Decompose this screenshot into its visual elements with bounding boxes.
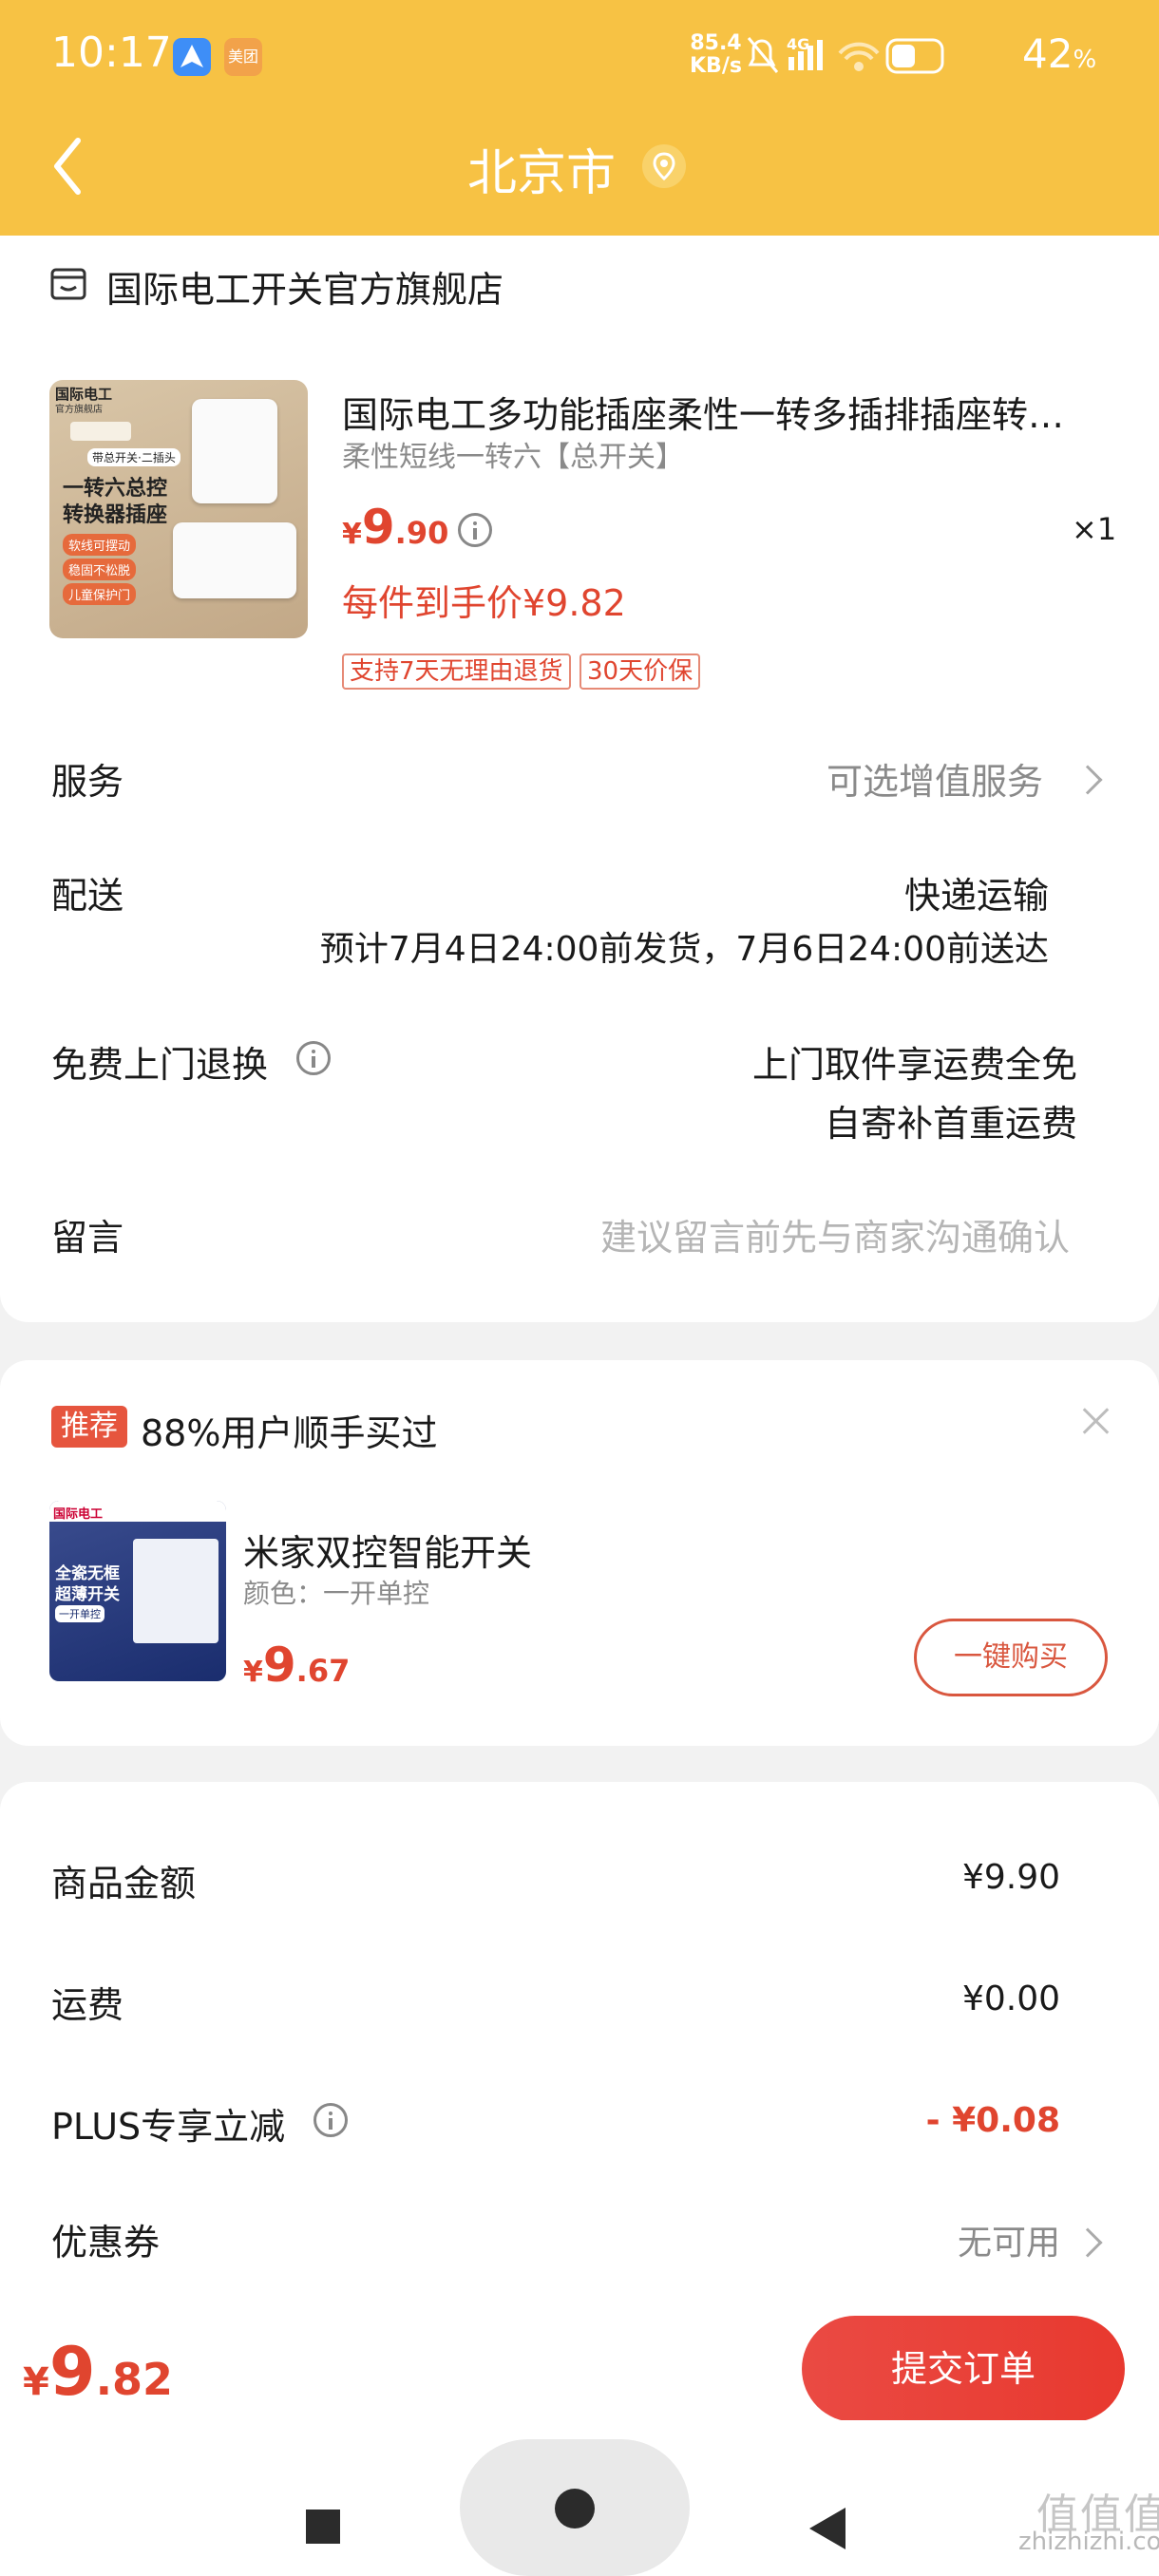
signal-type: 4G <box>787 35 809 53</box>
total-price: ¥9.82 <box>23 2333 173 2411</box>
watermark-logo: 值值值 <box>1036 2491 1159 2539</box>
coupon-value[interactable]: 无可用 <box>958 2215 1060 2264</box>
close-icon[interactable] <box>1079 1404 1113 1438</box>
product-spec[interactable]: 柔性短线一转六【总开关】 <box>342 433 684 475</box>
product-price-currency: ¥ <box>342 518 362 551</box>
product-quantity[interactable]: ×1 <box>1072 511 1116 547</box>
product-image-feature1: 软线可摆动 <box>63 534 137 556</box>
shipping-fee-label: 运费 <box>51 1984 124 2026</box>
recommend-badge: 推荐 <box>51 1406 127 1448</box>
mute-icon <box>747 37 779 73</box>
service-value[interactable]: 可选增值服务 <box>826 752 1043 805</box>
status-time: 10:17 <box>51 28 172 77</box>
product-image-top-label: 带总开关·二插头 <box>87 448 180 466</box>
goods-amount-label: 商品金额 <box>51 1863 197 1904</box>
delivery-label: 配送 <box>51 875 124 917</box>
submit-order-button[interactable]: 提交订单 <box>802 2316 1125 2422</box>
navigation-app-icon <box>173 38 211 76</box>
delivery-method[interactable]: 快递运输 <box>904 866 1049 919</box>
price-info-icon[interactable] <box>458 513 492 547</box>
battery-value: 42 <box>1022 30 1074 77</box>
recent-apps-icon[interactable] <box>306 2510 340 2544</box>
shipping-fee-value: ¥0.00 <box>961 1979 1060 2018</box>
product-image-feature2: 稳固不松脱 <box>63 559 137 580</box>
plus-discount-value: - ¥0.08 <box>925 2101 1060 2140</box>
total-decimal: .82 <box>95 2354 174 2405</box>
message-input[interactable]: 建议留言前先与商家沟通确认 <box>600 1208 1070 1260</box>
recommend-image-line2: 超薄开关 <box>55 1585 120 1604</box>
plus-info-icon[interactable] <box>314 2103 348 2137</box>
city-title[interactable]: 北京市 <box>467 133 616 204</box>
product-title[interactable]: 国际电工多功能插座柔性一转多插排插座转… <box>342 386 1092 438</box>
delivery-eta: 预计7月4日24:00前发货，7月6日24:00前送达 <box>319 930 1049 969</box>
watermark-site: zhizhizhi.com <box>1018 2528 1159 2556</box>
return-line2: 自寄补首重运费 <box>824 1103 1077 1145</box>
recommend-item-name[interactable]: 米家双控智能开关 <box>243 1524 532 1576</box>
recommend-image-brand: 国际电工 <box>53 1507 104 1522</box>
back-button[interactable] <box>49 133 106 199</box>
one-click-buy-button[interactable]: 一键购买 <box>914 1619 1108 1696</box>
back-triangle-icon[interactable] <box>809 2508 846 2549</box>
product-image-plug <box>192 399 277 503</box>
battery-percent: 42% <box>1022 30 1096 77</box>
tag-price-protect: 30天价保 <box>580 653 701 690</box>
battery-icon <box>885 38 944 74</box>
recommend-price-decimal: .67 <box>295 1653 351 1689</box>
store-name: 国际电工开关官方旗舰店 <box>106 269 504 311</box>
product-image-feature3: 儿童保护门 <box>63 583 137 605</box>
total-currency: ¥ <box>23 2360 49 2404</box>
message-label: 留言 <box>51 1217 124 1259</box>
coupon-label: 优惠券 <box>51 2222 161 2263</box>
recommend-price: ¥9.67 <box>243 1638 350 1693</box>
product-image[interactable]: 国际电工 官方旗舰店 带总开关·二插头 一转六总控 转换器插座 软线可摆动 稳固… <box>49 380 308 638</box>
top-header: 10:17 美团 85.4 KB/s 4G 42% 北京市 <box>0 0 1159 236</box>
product-price-integer: 9 <box>361 500 395 555</box>
product-image-brand-sub: 官方旗舰店 <box>55 405 103 415</box>
recommend-price-integer: 9 <box>262 1638 296 1693</box>
product-price: ¥9.90 <box>342 500 448 555</box>
return-line1: 上门取件享运费全免 <box>751 1044 1077 1086</box>
home-icon[interactable] <box>460 2439 690 2576</box>
recommend-card: 推荐 88%用户顺手买过 国际电工 全瓷无框 超薄开关 一开单控 米家双控智能开… <box>0 1360 1159 1746</box>
return-label: 免费上门退换 <box>51 1044 269 1086</box>
amount-card: 商品金额 ¥9.90 运费 ¥0.00 PLUS专享立减 - ¥0.08 优惠券… <box>0 1782 1159 2314</box>
recommend-image-line3: 一开单控 <box>55 1605 104 1622</box>
plus-discount-label: PLUS专享立减 <box>51 2106 286 2148</box>
order-card: 国际电工开关官方旗舰店 国际电工 官方旗舰店 带总开关·二插头 一转六总控 转换… <box>0 236 1159 1322</box>
chevron-right-icon[interactable] <box>1073 765 1103 795</box>
final-unit-price: 每件到手价¥9.82 <box>342 582 626 624</box>
return-info-icon[interactable] <box>296 1041 331 1075</box>
meituan-app-icon: 美团 <box>224 38 262 76</box>
store-icon <box>50 268 86 300</box>
battery-unit: % <box>1073 46 1097 74</box>
watermark: 值值值 zhizhizhi.com <box>1018 2491 1159 2556</box>
network-speed-unit: KB/s <box>690 54 742 78</box>
network-speed: 85.4 KB/s <box>690 32 742 78</box>
recommend-image[interactable]: 国际电工 全瓷无框 超薄开关 一开单控 <box>49 1501 226 1681</box>
product-image-headline2: 转换器插座 <box>63 503 168 527</box>
tag-7day-return: 支持7天无理由退货 <box>342 653 571 690</box>
product-image-strip <box>173 522 296 598</box>
network-speed-value: 85.4 <box>690 31 742 55</box>
goods-amount-value: ¥9.90 <box>961 1858 1060 1897</box>
recommend-title: 88%用户顺手买过 <box>141 1412 438 1454</box>
wifi-icon <box>838 42 880 71</box>
status-icons: 4G <box>747 35 944 74</box>
recommend-price-currency: ¥ <box>243 1656 263 1689</box>
total-integer: 9 <box>48 2333 96 2411</box>
checkout-bar: ¥9.82 提交订单 <box>0 2297 1159 2422</box>
location-pin-icon[interactable] <box>642 144 686 188</box>
recommend-item-spec: 颜色：一开单控 <box>243 1578 430 1609</box>
product-image-deco <box>70 422 131 441</box>
product-price-decimal: .90 <box>394 515 449 551</box>
service-label: 服务 <box>51 761 124 803</box>
system-nav-bar <box>0 2420 1159 2576</box>
chevron-right-icon[interactable] <box>1073 2227 1103 2258</box>
chevron-left-icon <box>54 138 81 195</box>
recommend-image-switch <box>133 1539 218 1643</box>
